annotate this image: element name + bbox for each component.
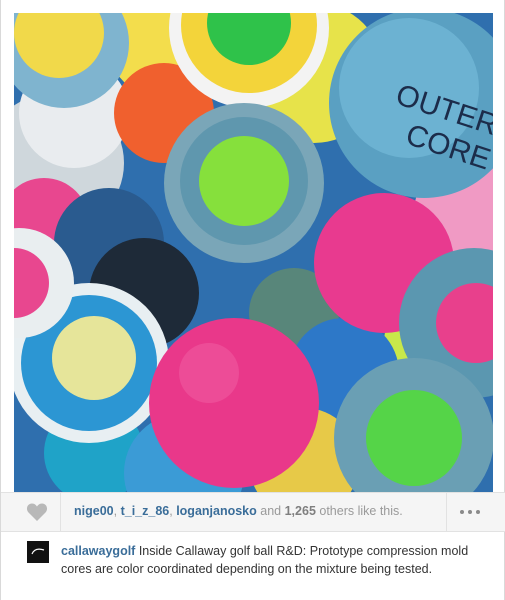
likes-suffix: others like this. [319, 504, 403, 518]
likes-count[interactable]: 1,265 [285, 504, 316, 518]
caption-author[interactable]: callawaygolf [61, 544, 135, 558]
post-card: OUTER CORE nige00, t_i_z_86, loganjanosk… [0, 0, 505, 600]
liker-link[interactable]: nige00 [74, 504, 114, 518]
liker-link[interactable]: loganjanosko [176, 504, 257, 518]
heart-icon [26, 503, 48, 521]
golf-cores-image: OUTER CORE [14, 13, 493, 492]
likes-bar: nige00, t_i_z_86, loganjanosko and 1,265… [1, 492, 505, 532]
post-caption: callawaygolf Inside Callaway golf ball R… [61, 542, 481, 578]
post-photo[interactable]: OUTER CORE [14, 13, 493, 492]
callaway-logo-icon [31, 548, 45, 555]
caption-row: callawaygolf Inside Callaway golf ball R… [1, 532, 505, 600]
liker-link[interactable]: t_i_z_86 [121, 504, 170, 518]
more-options-icon [460, 510, 480, 514]
more-options-button[interactable] [446, 493, 493, 531]
likes-summary: nige00, t_i_z_86, loganjanosko and 1,265… [74, 504, 403, 518]
like-button[interactable] [14, 493, 61, 531]
avatar[interactable] [27, 541, 49, 563]
likes-separator: , [169, 504, 173, 518]
likes-conjunction: and [260, 504, 282, 518]
likes-separator: , [113, 504, 118, 518]
